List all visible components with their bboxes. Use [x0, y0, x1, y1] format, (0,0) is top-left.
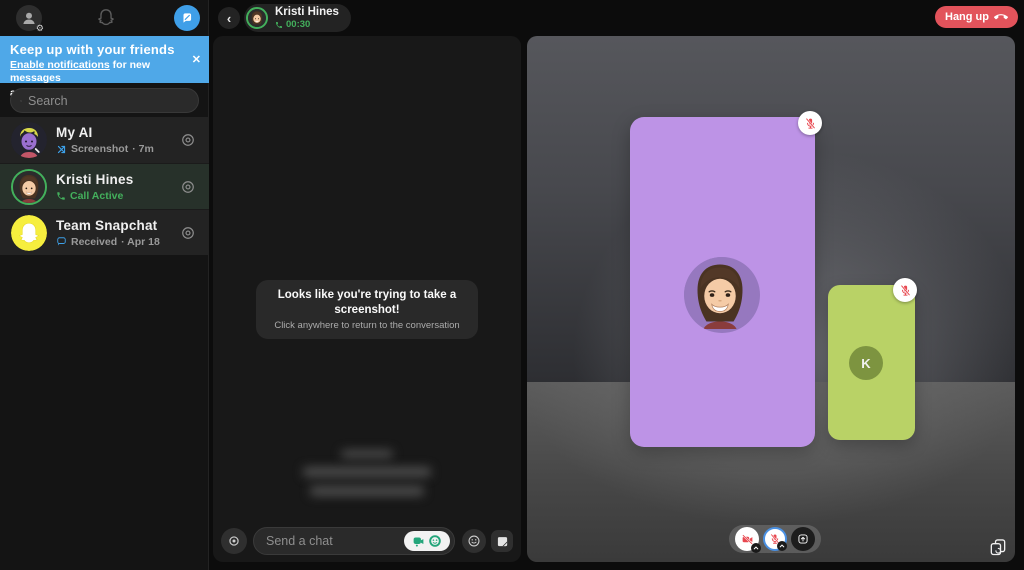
chat-input-bar [213, 525, 521, 559]
mic-muted-icon [900, 284, 910, 296]
notifications-banner: Keep up with your friends Enable notific… [0, 36, 209, 99]
screenshot-icon [57, 145, 66, 153]
gear-icon: ⚙ [35, 23, 44, 33]
phone-icon [57, 191, 65, 200]
conversation-title: Kristi Hines [275, 5, 339, 18]
mic-off-button[interactable] [763, 527, 787, 551]
toast-title: Looks like you're trying to take a scree… [277, 289, 457, 316]
close-icon[interactable]: ✕ [192, 53, 201, 66]
enable-notifications-link[interactable]: Enable notifications [10, 59, 110, 71]
search-input[interactable] [28, 93, 189, 108]
k-muted-badge [893, 278, 917, 302]
chevron-up-icon[interactable] [751, 543, 761, 553]
smiley-icon [468, 535, 480, 547]
gallery-button[interactable] [491, 530, 513, 552]
kristi-muted-badge [798, 111, 822, 135]
compose-icon [183, 13, 192, 23]
popout-icon [990, 539, 1006, 556]
conversation-header[interactable]: Kristi Hines 00:30 [244, 4, 351, 32]
kristi-bitmoji [684, 257, 760, 333]
chat-name: Team Snapchat [56, 217, 158, 233]
camera-button[interactable] [221, 528, 247, 554]
team-snapchat-avatar [11, 214, 47, 251]
banner-text: Enable notifications for new messages [10, 59, 151, 85]
arrow-up-icon [798, 534, 808, 544]
banner-title: Keep up with your friends [10, 42, 175, 57]
chat-panel[interactable]: Looks like you're trying to take a scree… [213, 36, 521, 562]
new-chat-button[interactable] [174, 5, 200, 31]
back-button[interactable]: ‹ [218, 7, 240, 29]
camera-icon[interactable] [179, 224, 197, 242]
share-button[interactable] [791, 527, 815, 551]
chat-status: Screenshot · 7m [56, 143, 179, 155]
blurred-message [213, 444, 521, 496]
cameo-face-icon [429, 535, 441, 547]
participant-initial-avatar: K [849, 346, 883, 380]
call-end-icon [994, 14, 1008, 20]
kristi-avatar-small [246, 7, 268, 29]
profile-button[interactable]: ⚙ [16, 5, 44, 33]
participant-card-k[interactable]: K [828, 285, 915, 440]
mic-muted-icon [805, 117, 815, 129]
hang-up-button[interactable]: Hang up [935, 6, 1018, 28]
cameo-cam-icon [413, 536, 424, 547]
phone-icon [276, 21, 282, 28]
camera-icon [229, 536, 239, 546]
chat-status: Received · Apr 18 [56, 236, 179, 248]
cameo-preview-pill[interactable] [404, 531, 450, 551]
memories-icon [497, 536, 507, 546]
emoji-button[interactable] [462, 529, 486, 553]
search-bar[interactable] [10, 88, 199, 113]
chat-row-kristi-hines[interactable]: Kristi Hines Call Active [0, 163, 209, 209]
toast-subtitle: Click anywhere to return to the conversa… [274, 319, 460, 331]
chat-name: My AI [56, 125, 93, 140]
call-controls [729, 525, 821, 553]
message-input-wrap[interactable] [253, 527, 455, 555]
message-input[interactable] [266, 534, 404, 548]
my-ai-avatar [11, 122, 47, 158]
chat-list: My AI Screenshot · 7m Kristi Hines Call … [0, 117, 209, 255]
camera-icon[interactable] [179, 178, 197, 196]
sidebar: ⚙ Keep up with your friends Enable notif… [0, 0, 209, 570]
video-call-stage[interactable]: K [527, 36, 1015, 562]
chat-name: Kristi Hines [56, 171, 134, 187]
snapchat-ghost-icon [98, 9, 114, 26]
chat-status: Call Active [56, 190, 179, 202]
camera-off-button[interactable] [735, 527, 761, 553]
popout-button[interactable] [985, 534, 1011, 560]
chevron-up-icon[interactable] [777, 541, 787, 551]
sidebar-header: ⚙ [0, 0, 209, 36]
snapchat-web-app: ⚙ Keep up with your friends Enable notif… [0, 0, 1024, 570]
chat-row-my-ai[interactable]: My AI Screenshot · 7m [0, 117, 209, 163]
kristi-avatar [11, 168, 47, 205]
screenshot-toast: Looks like you're trying to take a scree… [256, 280, 478, 339]
search-icon [20, 99, 22, 102]
camera-icon[interactable] [179, 131, 197, 149]
received-chat-icon [57, 237, 66, 246]
chat-row-team-snapchat[interactable]: Team Snapchat Received · Apr 18 [0, 209, 209, 255]
call-timer: 00:30 [275, 19, 339, 30]
participant-card-kristi[interactable] [630, 117, 815, 447]
